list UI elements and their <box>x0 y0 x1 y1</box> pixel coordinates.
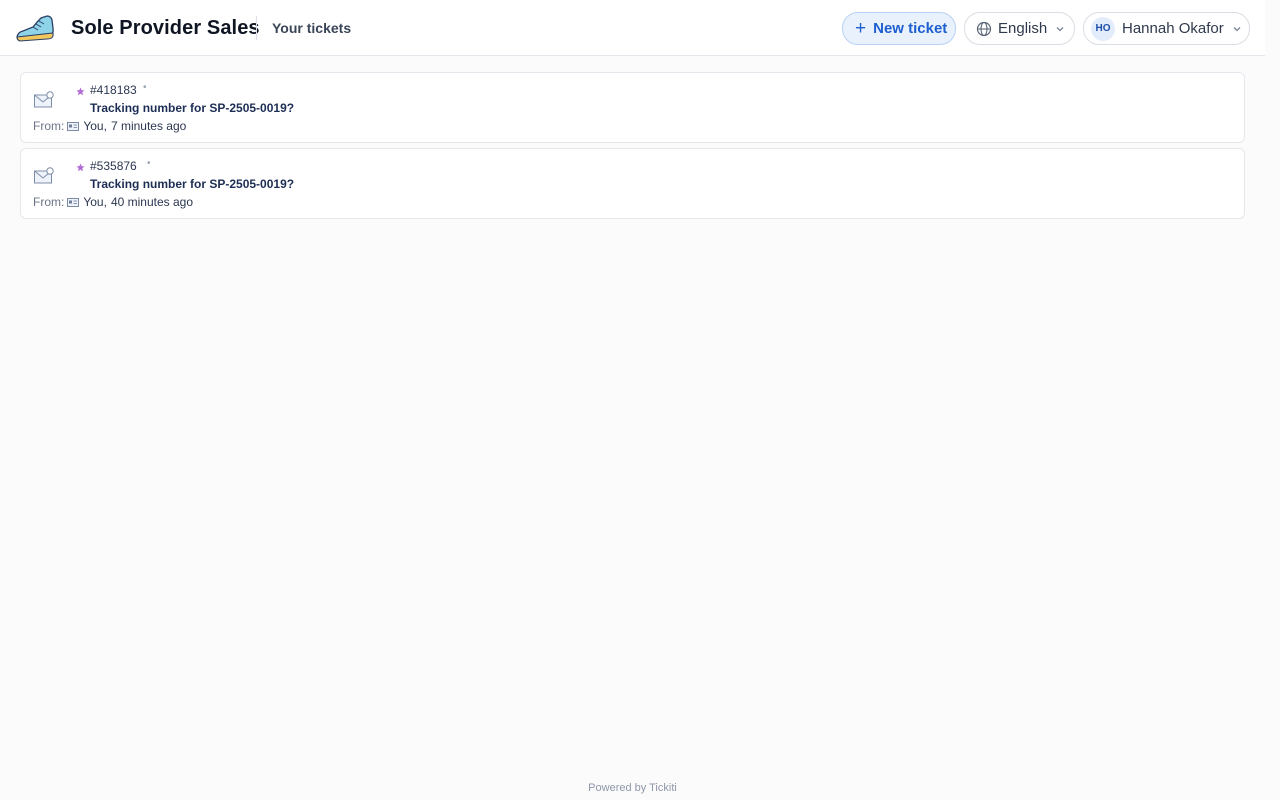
globe-icon <box>976 21 992 36</box>
chevron-down-icon <box>1056 26 1064 31</box>
ticket-time: 7 minutes ago <box>110 119 187 133</box>
new-ticket-button[interactable]: + New ticket <box>842 12 956 45</box>
email-icon <box>34 167 54 184</box>
star-icon <box>76 163 85 172</box>
brand-divider <box>256 16 257 40</box>
ticket-from: From: You, 7 minutes ago <box>33 119 186 133</box>
ticket-id: #535876 <box>90 159 137 173</box>
ticket-card[interactable]: #535876 • Tracking number for SP-2505-00… <box>20 148 1245 219</box>
star-icon <box>76 87 85 96</box>
language-selector[interactable]: English <box>964 12 1075 45</box>
ticket-from: From: You, 40 minutes ago <box>33 195 193 209</box>
separator-dot: • <box>143 82 147 93</box>
from-who: You, <box>83 195 107 209</box>
ticket-subject[interactable]: Tracking number for SP-2505-0019? <box>90 101 294 115</box>
powered-by-footer[interactable]: Powered by Tickiti <box>0 782 1265 794</box>
language-label: English <box>998 20 1048 37</box>
from-label: From: <box>33 195 65 209</box>
top-bar: Sole Provider Sales Your tickets + New t… <box>0 0 1265 56</box>
new-ticket-label: New ticket <box>873 20 948 37</box>
ticket-card[interactable]: #418183 • Tracking number for SP-2505-00… <box>20 72 1245 143</box>
user-name: Hannah Okafor <box>1122 20 1224 37</box>
brand-name[interactable]: Sole Provider Sales <box>71 17 260 40</box>
ticket-time: 40 minutes ago <box>110 195 193 209</box>
user-menu[interactable]: HO Hannah Okafor <box>1083 12 1250 45</box>
email-icon <box>34 91 54 108</box>
chevron-down-icon <box>1233 26 1241 31</box>
from-label: From: <box>33 119 65 133</box>
from-who: You, <box>83 119 107 133</box>
nav-your-tickets[interactable]: Your tickets <box>272 20 351 36</box>
avatar: HO <box>1091 16 1115 41</box>
plus-icon: + <box>855 18 867 39</box>
ticket-subject[interactable]: Tracking number for SP-2505-0019? <box>90 177 294 191</box>
contact-card-icon <box>67 121 80 131</box>
separator-dot: • <box>147 158 151 169</box>
shoe-logo-icon[interactable] <box>14 12 58 44</box>
contact-card-icon <box>67 197 80 207</box>
ticket-id: #418183 <box>90 83 137 97</box>
